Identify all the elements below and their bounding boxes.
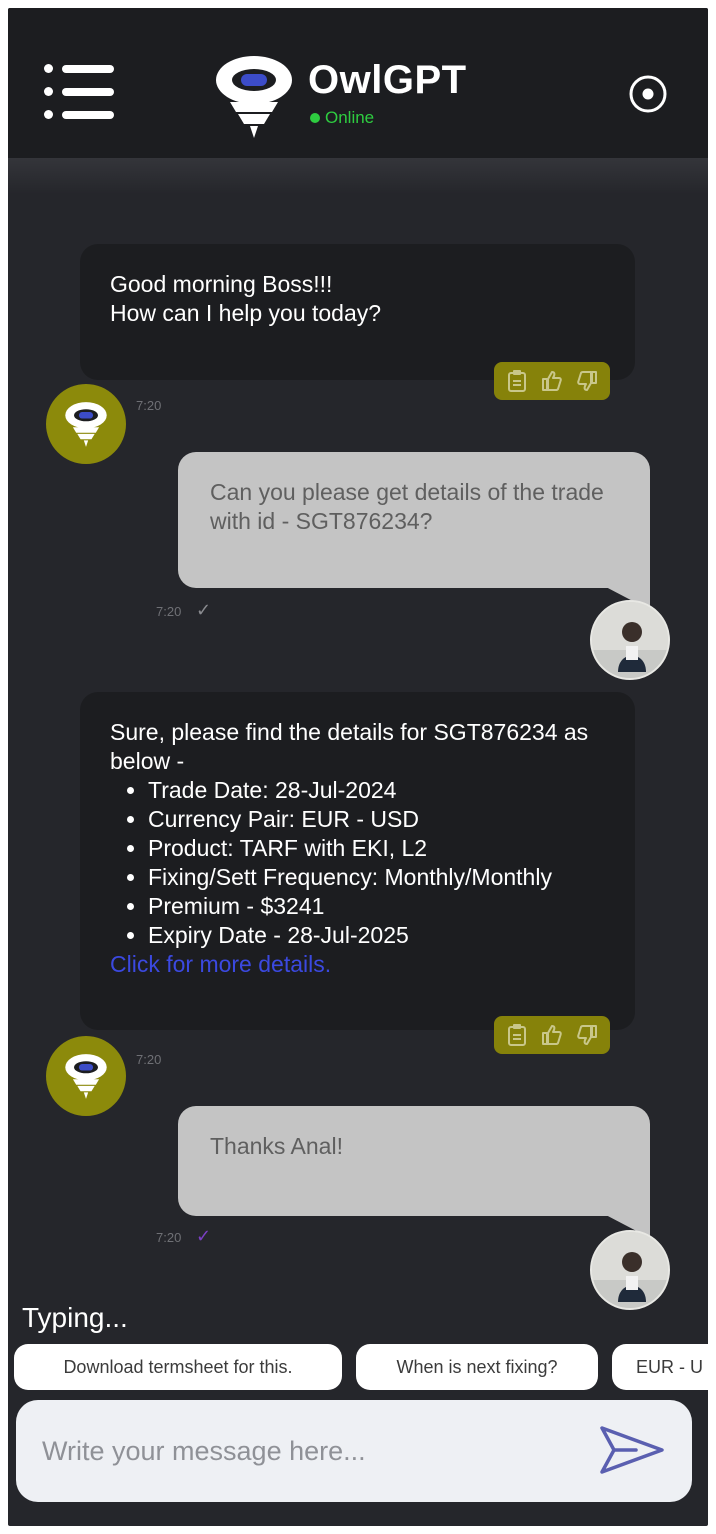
- send-icon[interactable]: [596, 1420, 668, 1480]
- message-input[interactable]: [42, 1426, 582, 1476]
- timestamp: 7:20: [136, 1052, 162, 1067]
- status-label: Online: [325, 108, 375, 127]
- list-item: Fixing/Sett Frequency: Monthly/Monthly: [148, 863, 605, 892]
- thumbs-up-icon[interactable]: [537, 1020, 567, 1050]
- timestamp: 7:20: [136, 398, 162, 413]
- copy-icon[interactable]: [502, 366, 532, 396]
- thumbs-up-icon[interactable]: [537, 366, 567, 396]
- user-message: Can you please get details of the trade …: [178, 452, 650, 610]
- owl-logo-icon: [216, 56, 292, 138]
- message-composer: [16, 1400, 692, 1502]
- owl-logo-icon: [65, 1054, 107, 1099]
- read-receipt-icon: ✓: [196, 600, 212, 620]
- message-line: Good morning Boss!!!: [110, 271, 333, 297]
- user-avatar: [590, 600, 670, 680]
- list-item: Product: TARF with EKI, L2: [148, 834, 605, 863]
- message-intro: Sure, please find the details for SGT876…: [110, 719, 589, 774]
- user-avatar: [590, 1230, 670, 1310]
- timestamp: 7:20: [156, 604, 182, 619]
- bot-message: Good morning Boss!!! How can I help you …: [80, 244, 635, 380]
- message-actions: [494, 362, 610, 400]
- message-text: Can you please get details of the trade …: [210, 479, 604, 534]
- bot-message: Sure, please find the details for SGT876…: [80, 692, 635, 1030]
- thumbs-down-icon[interactable]: [572, 1020, 602, 1050]
- user-message: Thanks Anal!: [178, 1106, 650, 1238]
- app-title: OwlGPT: [308, 58, 467, 102]
- online-dot-icon: [310, 113, 320, 123]
- trade-details-list: Trade Date: 28-Jul-2024 Currency Pair: E…: [110, 776, 605, 950]
- settings-icon[interactable]: [628, 74, 668, 114]
- read-receipt-icon: ✓: [196, 1226, 212, 1246]
- online-status: Online: [310, 108, 374, 128]
- suggestion-chip[interactable]: Download termsheet for this.: [14, 1344, 342, 1390]
- menu-icon[interactable]: [42, 64, 114, 120]
- list-item: Expiry Date - 28-Jul-2025: [148, 921, 605, 950]
- list-item: Currency Pair: EUR - USD: [148, 805, 605, 834]
- chat-app-screen: OwlGPT Online Good morning Boss!!! How c…: [8, 8, 708, 1526]
- copy-icon[interactable]: [502, 1020, 532, 1050]
- bot-avatar: [46, 1036, 126, 1116]
- thumbs-down-icon[interactable]: [572, 366, 602, 396]
- message-text: Thanks Anal!: [210, 1133, 343, 1159]
- owl-logo-icon: [65, 402, 107, 447]
- typing-indicator: Typing...: [22, 1302, 128, 1333]
- list-item: Trade Date: 28-Jul-2024: [148, 776, 605, 805]
- message-line: How can I help you today?: [110, 300, 382, 326]
- message-actions: [494, 1016, 610, 1054]
- suggestion-chip[interactable]: When is next fixing?: [356, 1344, 598, 1390]
- header-divider: [8, 158, 708, 194]
- bot-avatar: [46, 384, 126, 464]
- more-details-link[interactable]: Click for more details.: [110, 951, 331, 977]
- timestamp: 7:20: [156, 1230, 182, 1245]
- chat-header: OwlGPT Online: [8, 8, 708, 158]
- suggestion-chip[interactable]: EUR - U: [612, 1344, 708, 1390]
- list-item: Premium - $3241: [148, 892, 605, 921]
